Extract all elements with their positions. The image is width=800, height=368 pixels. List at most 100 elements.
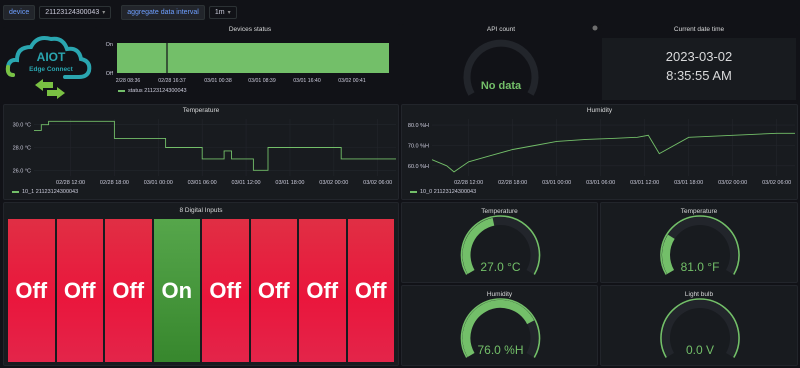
panel-title: Humidity xyxy=(486,291,513,298)
devices-status-legend[interactable]: status 21123124300043 xyxy=(118,88,187,94)
x-tick-label: 03/01 12:00 xyxy=(630,180,659,186)
x-tick-label: 02/28 18:00 xyxy=(498,180,527,186)
x-tick-label: 03/01 16:40 xyxy=(293,78,321,84)
x-tick-label: 2/28 08:36 xyxy=(116,78,141,84)
gauge-value: 76.0 %H xyxy=(477,343,523,357)
interval-variable-label: aggregate data interval xyxy=(121,4,205,20)
status-on-bar xyxy=(117,43,389,73)
clock-date: 2023-03-02 xyxy=(665,49,733,64)
gauge-value: 27.0 °C xyxy=(480,260,520,274)
x-tick-label: 03/02 06:00 xyxy=(363,180,392,186)
clock-panel: Current date time 2023-03-02 8:35:55 AM xyxy=(600,24,798,102)
digital-input-4: On xyxy=(153,219,200,362)
y-tick-label: 70.0 %H xyxy=(408,143,429,149)
x-tick-label: 02/28 12:00 xyxy=(454,180,483,186)
gauge-fill xyxy=(662,234,675,274)
data-exchange-icon xyxy=(35,79,65,99)
digital-input-5: Off xyxy=(202,219,249,362)
logo-panel: AIOT Edge Connect xyxy=(3,27,97,102)
gauge-panel-temperature-c: Temperature 27.0 °C xyxy=(401,202,598,283)
temperature-legend[interactable]: 10_1 21123124300043 xyxy=(12,189,78,195)
humidity-line-chart: 80.0 %H 70.0 %H 60.0 %H 02/28 12:00 02/28 18… xyxy=(408,119,795,186)
interval-select-value: 1m xyxy=(214,8,225,16)
x-tick-label: 03/02 00:00 xyxy=(319,180,348,186)
panel-title: Temperature xyxy=(680,208,718,215)
chevron-down-icon: ▾ xyxy=(227,9,231,16)
no-data-text: No data xyxy=(481,80,522,92)
humidity-chart-panel: Humidity 80.0 %H 70.0 %H 60.0 %H 02/28 12:0… xyxy=(401,104,798,200)
panel-title: Temperature xyxy=(481,208,518,215)
gauge-value: 0.0 V xyxy=(686,343,714,357)
chevron-down-icon: ▾ xyxy=(102,9,106,16)
y-tick-label: 28.0 °C xyxy=(13,146,31,152)
x-tick-label: 02/28 18:00 xyxy=(100,180,129,186)
panel-title: Humidity xyxy=(586,107,613,114)
gauge-value: 81.0 °F xyxy=(681,260,720,274)
device-select-value: 21123124300043 xyxy=(45,8,100,16)
legend-swatch xyxy=(12,191,19,193)
devices-status-panel: Devices status On Off 2/28 08:36 02/28 16… xyxy=(100,24,400,102)
digital-input-1: Off xyxy=(8,219,55,362)
digital-input-6: Off xyxy=(250,219,297,362)
humidity-legend[interactable]: 10_0 21123124300043 xyxy=(410,189,476,195)
x-tick-label: 03/01 08:39 xyxy=(248,78,276,84)
x-tick-label: 03/01 12:00 xyxy=(232,180,261,186)
digital-inputs-grid: Off Off Off On Off Off Off Off xyxy=(8,219,394,362)
x-tick-label: 03/01 18:00 xyxy=(275,180,304,186)
temperature-chart-panel: Temperature 30.0 °C 28.0 °C 26.0 °C 02/28 1… xyxy=(3,104,399,200)
x-tick-label: 03/01 06:00 xyxy=(188,180,217,186)
clock-time: 8:35:55 AM xyxy=(666,68,732,83)
logo-title: AIOT xyxy=(37,50,66,64)
light-bulb-gauge: 0.0 V xyxy=(660,298,740,358)
x-tick-label: 03/01 00:00 xyxy=(542,180,571,186)
x-tick-label: 03/01 00:38 xyxy=(204,78,232,84)
panel-title: API count xyxy=(486,26,516,33)
panel-title: Temperature xyxy=(182,107,220,114)
temperature-line-chart: 30.0 °C 28.0 °C 26.0 °C 02/28 12:00 02/28 18… xyxy=(13,119,396,186)
digital-input-3: Off xyxy=(105,219,152,362)
digital-inputs-panel: 8 Digital Inputs Off Off Off On Off Off Off Off xyxy=(3,202,399,366)
legend-label: 10_0 21123124300043 xyxy=(420,189,477,195)
legend-swatch xyxy=(410,191,417,193)
clock-body: 2023-03-02 8:35:55 AM xyxy=(602,38,796,100)
x-tick-label: 02/28 12:00 xyxy=(56,180,85,186)
dashboard-variables-bar: device 21123124300043 ▾ aggregate data i… xyxy=(0,0,800,24)
humidity-gauge: 76.0 %H xyxy=(460,298,541,358)
y-tick-label: 60.0 %H xyxy=(408,164,429,170)
legend-swatch xyxy=(118,90,125,92)
device-select[interactable]: 21123124300043 ▾ xyxy=(39,5,112,19)
cloud-logo: AIOT Edge Connect xyxy=(5,36,92,99)
temperature-c-gauge: 27.0 °C xyxy=(460,215,541,275)
digital-input-7: Off xyxy=(299,219,346,362)
y-tick-on: On xyxy=(106,42,113,48)
panel-title: 8 Digital Inputs xyxy=(179,207,223,214)
digital-input-8: Off xyxy=(347,219,394,362)
api-count-gauge: No data xyxy=(463,25,598,96)
legend-label: status 21123124300043 xyxy=(128,88,187,94)
x-tick-label: 03/02 00:00 xyxy=(718,180,747,186)
panel-title: Current date time xyxy=(673,26,725,33)
y-tick-label: 26.0 °C xyxy=(13,168,31,174)
gauge-panel-light-bulb: Light bulb 0.0 V xyxy=(600,285,798,366)
temperature-f-gauge: 81.0 °F xyxy=(660,215,740,275)
temperature-series-line xyxy=(34,120,396,171)
x-tick-label: 03/01 06:00 xyxy=(586,180,615,186)
api-count-panel: API count No data xyxy=(402,24,600,102)
digital-input-2: Off xyxy=(56,219,103,362)
panel-title: Light bulb xyxy=(684,291,714,298)
legend-label: 10_1 21123124300043 xyxy=(22,189,79,195)
y-tick-off: Off xyxy=(106,71,114,77)
gauge-panel-humidity: Humidity 76.0 %H xyxy=(401,285,598,366)
gauge-panel-temperature-f: Temperature 81.0 °F xyxy=(600,202,798,283)
x-tick-label: 02/28 16:37 xyxy=(158,78,186,84)
x-tick-label: 03/02 00:41 xyxy=(338,78,366,84)
x-tick-label: 03/02 06:00 xyxy=(762,180,791,186)
interval-select[interactable]: 1m ▾ xyxy=(208,5,237,19)
device-variable-label: device xyxy=(3,4,36,20)
x-tick-label: 03/01 00:00 xyxy=(144,180,173,186)
y-tick-label: 80.0 %H xyxy=(408,123,429,129)
y-tick-label: 30.0 °C xyxy=(13,123,31,129)
logo-subtitle: Edge Connect xyxy=(29,66,74,73)
x-tick-label: 03/01 18:00 xyxy=(674,180,703,186)
panel-title: Devices status xyxy=(228,26,272,33)
